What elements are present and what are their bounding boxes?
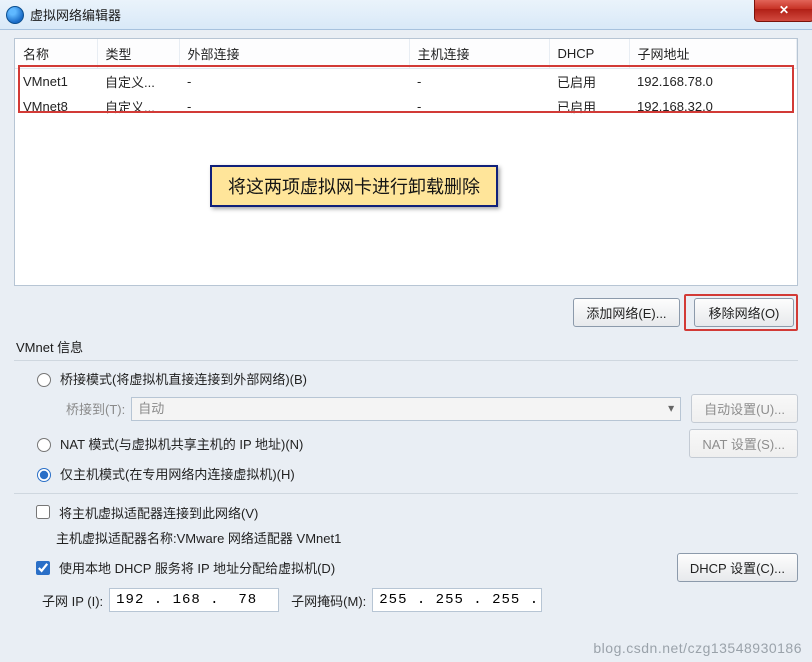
nat-mode-radio-label[interactable]: NAT 模式(与虚拟机共享主机的 IP 地址)(N) (32, 434, 303, 453)
nat-settings-button[interactable]: NAT 设置(S)... (689, 429, 798, 458)
cell-dhcp: 已启用 (549, 94, 629, 119)
col-subnet[interactable]: 子网地址 (629, 39, 797, 69)
use-dhcp-checkbox-label[interactable]: 使用本地 DHCP 服务将 IP 地址分配给虚拟机(D) (32, 558, 335, 578)
bridge-mode-radio[interactable] (37, 373, 51, 387)
subnet-row: 子网 IP (I): 子网掩码(M): (42, 588, 798, 612)
cell-name: VMnet8 (15, 94, 97, 119)
bridge-to-value: 自动 (138, 401, 164, 416)
nat-mode-row: NAT 模式(与虚拟机共享主机的 IP 地址)(N) NAT 设置(S)... (32, 429, 798, 458)
subnet-ip-input[interactable] (109, 588, 279, 612)
cell-host: - (409, 69, 549, 95)
title-bar: 虚拟网络编辑器 ✕ (0, 0, 812, 30)
cell-dhcp: 已启用 (549, 69, 629, 95)
host-only-text: 仅主机模式(在专用网络内连接虚拟机)(H) (60, 464, 295, 483)
dhcp-settings-button[interactable]: DHCP 设置(C)... (677, 553, 798, 582)
subnet-mask-input[interactable] (372, 588, 542, 612)
adapter-name-row: 主机虚拟适配器名称: VMware 网络适配器 VMnet1 (56, 528, 798, 547)
cell-host: - (409, 94, 549, 119)
adapter-line-prefix: 主机虚拟适配器名称: (56, 528, 177, 547)
window-title: 虚拟网络编辑器 (30, 5, 121, 24)
cell-external: - (179, 69, 409, 95)
bridge-mode-row: 桥接模式(将虚拟机直接连接到外部网络)(B) (32, 369, 798, 388)
vmnet-info-group-title: VMnet 信息 (16, 337, 798, 356)
host-only-radio-label[interactable]: 仅主机模式(在专用网络内连接虚拟机)(H) (32, 464, 295, 483)
auto-settings-button[interactable]: 自动设置(U)... (691, 394, 798, 423)
subnet-mask-label: 子网掩码(M): (291, 591, 366, 610)
col-dhcp[interactable]: DHCP (549, 39, 629, 69)
network-table[interactable]: 名称 类型 外部连接 主机连接 DHCP 子网地址 VMnet1 自定义... … (14, 38, 798, 286)
subnet-ip-label: 子网 IP (I): (42, 591, 103, 610)
col-external[interactable]: 外部连接 (179, 39, 409, 69)
host-only-radio[interactable] (37, 468, 51, 482)
watermark-text: blog.csdn.net/czg13548930186 (593, 640, 802, 656)
network-buttons-row: 添加网络(E)... 移除网络(O) (14, 294, 798, 331)
cell-name: VMnet1 (15, 69, 97, 95)
add-network-button[interactable]: 添加网络(E)... (573, 298, 679, 327)
connect-adapter-text: 将主机虚拟适配器连接到此网络(V) (59, 503, 258, 522)
bridge-mode-text: 桥接模式(将虚拟机直接连接到外部网络)(B) (60, 369, 307, 388)
host-only-row: 仅主机模式(在专用网络内连接虚拟机)(H) (32, 464, 798, 483)
bridge-to-select[interactable]: 自动 (131, 397, 681, 421)
app-icon (6, 6, 24, 24)
cell-type: 自定义... (97, 69, 179, 95)
table-row[interactable]: VMnet8 自定义... - - 已启用 192.168.32.0 (15, 94, 797, 119)
cell-external: - (179, 94, 409, 119)
cell-subnet: 192.168.32.0 (629, 94, 797, 119)
connect-adapter-checkbox-label[interactable]: 将主机虚拟适配器连接到此网络(V) (32, 502, 258, 522)
close-icon: ✕ (779, 3, 789, 17)
table-header-row: 名称 类型 外部连接 主机连接 DHCP 子网地址 (15, 39, 797, 69)
adapter-name: VMware 网络适配器 VMnet1 (177, 528, 342, 547)
remove-network-button[interactable]: 移除网络(O) (694, 298, 794, 327)
nat-mode-radio[interactable] (37, 438, 51, 452)
bridge-mode-radio-label[interactable]: 桥接模式(将虚拟机直接连接到外部网络)(B) (32, 369, 307, 388)
use-dhcp-text: 使用本地 DHCP 服务将 IP 地址分配给虚拟机(D) (59, 558, 335, 577)
close-button[interactable]: ✕ (754, 0, 812, 22)
cell-type: 自定义... (97, 94, 179, 119)
annotation-highlight-remove: 移除网络(O) (684, 294, 798, 331)
col-name[interactable]: 名称 (15, 39, 97, 69)
connect-adapter-row: 将主机虚拟适配器连接到此网络(V) (32, 502, 798, 522)
bridge-to-row: 桥接到(T): 自动 自动设置(U)... (66, 394, 798, 423)
use-dhcp-checkbox[interactable] (36, 561, 50, 575)
col-type[interactable]: 类型 (97, 39, 179, 69)
use-dhcp-row: 使用本地 DHCP 服务将 IP 地址分配给虚拟机(D) DHCP 设置(C).… (32, 553, 798, 582)
cell-subnet: 192.168.78.0 (629, 69, 797, 95)
annotation-callout: 将这两项虚拟网卡进行卸载删除 (210, 165, 498, 207)
table-row[interactable]: VMnet1 自定义... - - 已启用 192.168.78.0 (15, 69, 797, 95)
nat-mode-text: NAT 模式(与虚拟机共享主机的 IP 地址)(N) (60, 434, 303, 453)
bridge-to-label: 桥接到(T): (66, 399, 125, 418)
connect-adapter-checkbox[interactable] (36, 505, 50, 519)
col-host[interactable]: 主机连接 (409, 39, 549, 69)
